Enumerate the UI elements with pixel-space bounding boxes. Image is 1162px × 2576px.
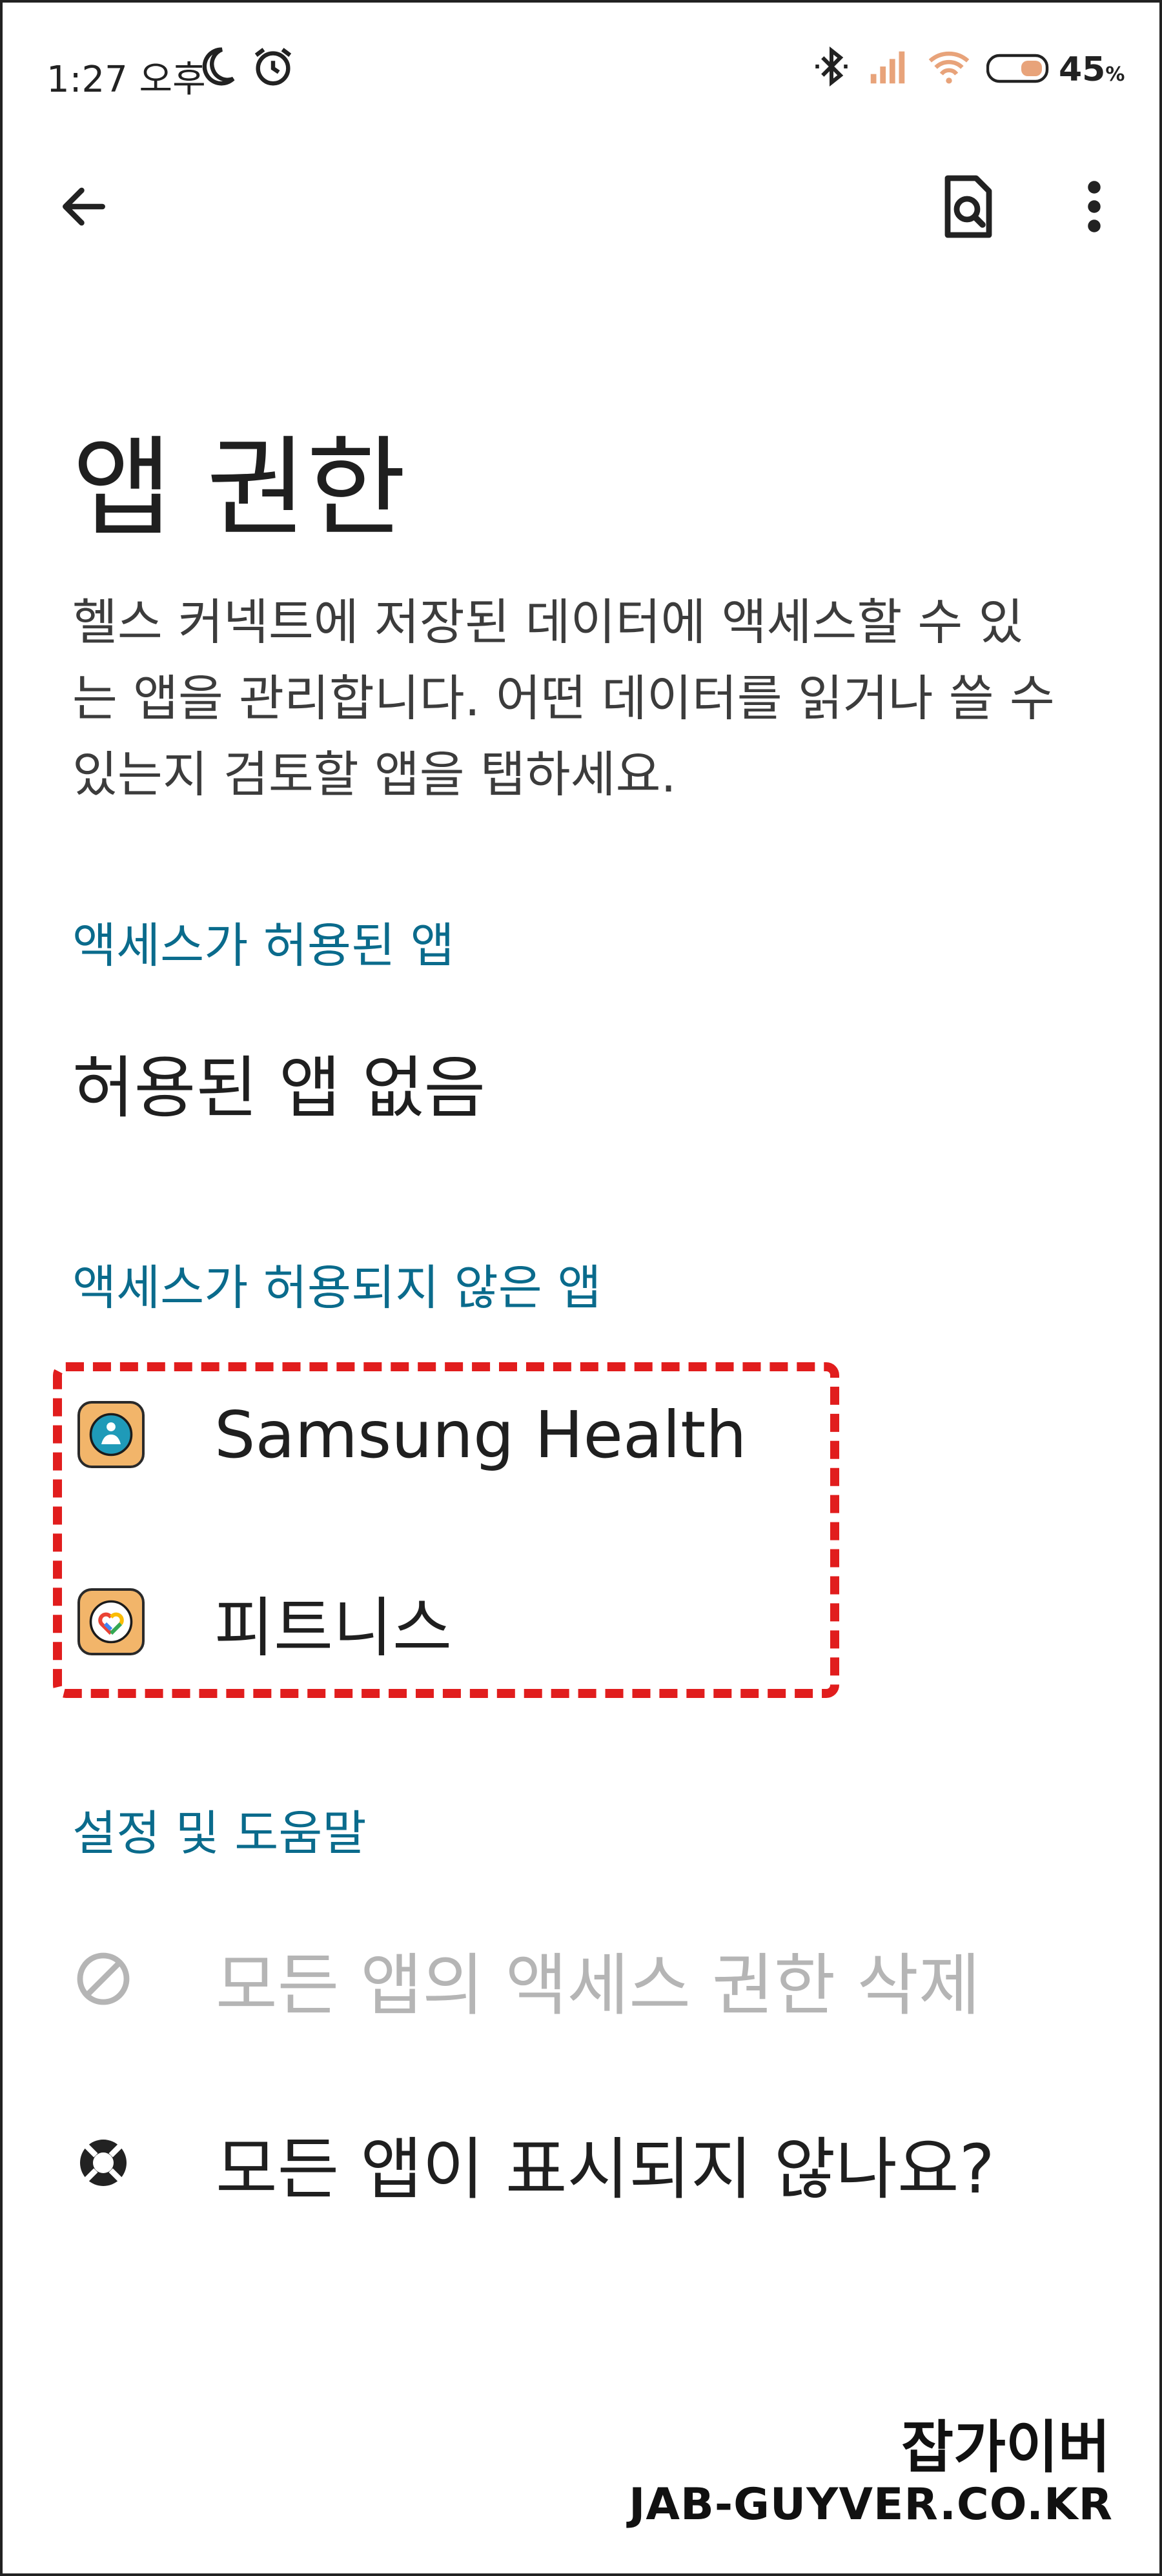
signal-icon bbox=[870, 51, 905, 84]
document-search-icon bbox=[944, 175, 992, 238]
not-allowed-apps-header: 액세스가 허용되지 않은 앱 bbox=[72, 1260, 602, 1316]
battery-icon bbox=[986, 54, 1049, 83]
settings-help-header: 설정 및 도움말 bbox=[72, 1806, 367, 1861]
allowed-apps-header: 액세스가 허용된 앱 bbox=[72, 918, 454, 974]
status-time: 1:27 오후 bbox=[46, 59, 206, 101]
missing-apps-help-item[interactable]: 모든 앱이 표시되지 않나요? bbox=[72, 2111, 1092, 2214]
battery-percent-value: 45 bbox=[1059, 50, 1106, 89]
page-description: 헬스 커넥트에 저장된 데이터에 액세스할 수 있 는 앱을 관리합니다. 어떤… bbox=[72, 584, 1092, 813]
remove-all-access-item[interactable]: 모든 앱의 액세스 권한 삭제 bbox=[72, 1927, 1092, 2030]
help-lifebuoy-icon bbox=[80, 2140, 127, 2186]
more-vert-icon bbox=[1088, 181, 1101, 232]
samsung-health-icon bbox=[77, 1401, 145, 1468]
battery-percent: 45% bbox=[1059, 50, 1125, 89]
back-button[interactable] bbox=[45, 161, 123, 252]
setting-label: 모든 앱의 액세스 권한 삭제 bbox=[216, 1945, 981, 2025]
moon-icon bbox=[202, 47, 235, 86]
app-label: 피트니스 bbox=[214, 1590, 452, 1666]
battery-percent-unit: % bbox=[1105, 63, 1125, 86]
app-label: Samsung Health bbox=[214, 1396, 747, 1473]
watermark-url: JAB-GUYVER.CO.KR bbox=[629, 2479, 1113, 2530]
setting-label: 모든 앱이 표시되지 않나요? bbox=[216, 2129, 995, 2209]
bluetooth-icon bbox=[815, 46, 848, 87]
google-fit-glyph-icon bbox=[89, 1600, 133, 1644]
more-options-button[interactable] bbox=[1059, 161, 1130, 252]
wifi-icon bbox=[928, 51, 970, 84]
description-line: 헬스 커넥트에 저장된 데이터에 액세스할 수 있 bbox=[72, 593, 1024, 651]
app-item-fitness[interactable]: 피트니스 bbox=[77, 1557, 813, 1686]
description-line: 는 앱을 관리합니다. 어떤 데이터를 읽거나 쓸 수 bbox=[72, 670, 1055, 727]
arrow-left-icon bbox=[63, 187, 105, 226]
app-item-samsung-health[interactable]: Samsung Health bbox=[77, 1370, 813, 1499]
watermark-korean: 잡가이버 bbox=[901, 2414, 1110, 2480]
allowed-apps-empty: 허용된 앱 없음 bbox=[72, 1048, 486, 1127]
alarm-icon bbox=[254, 48, 292, 86]
description-line: 있는지 검토할 앱을 탭하세요. bbox=[72, 746, 677, 803]
status-bar: 1:27 오후 45% bbox=[0, 0, 1162, 142]
samsung-health-glyph-icon bbox=[89, 1413, 133, 1457]
block-icon bbox=[77, 1952, 130, 2005]
google-fit-icon bbox=[77, 1588, 145, 1655]
document-search-button[interactable] bbox=[930, 161, 1007, 252]
page-title: 앱 권한 bbox=[72, 425, 407, 551]
